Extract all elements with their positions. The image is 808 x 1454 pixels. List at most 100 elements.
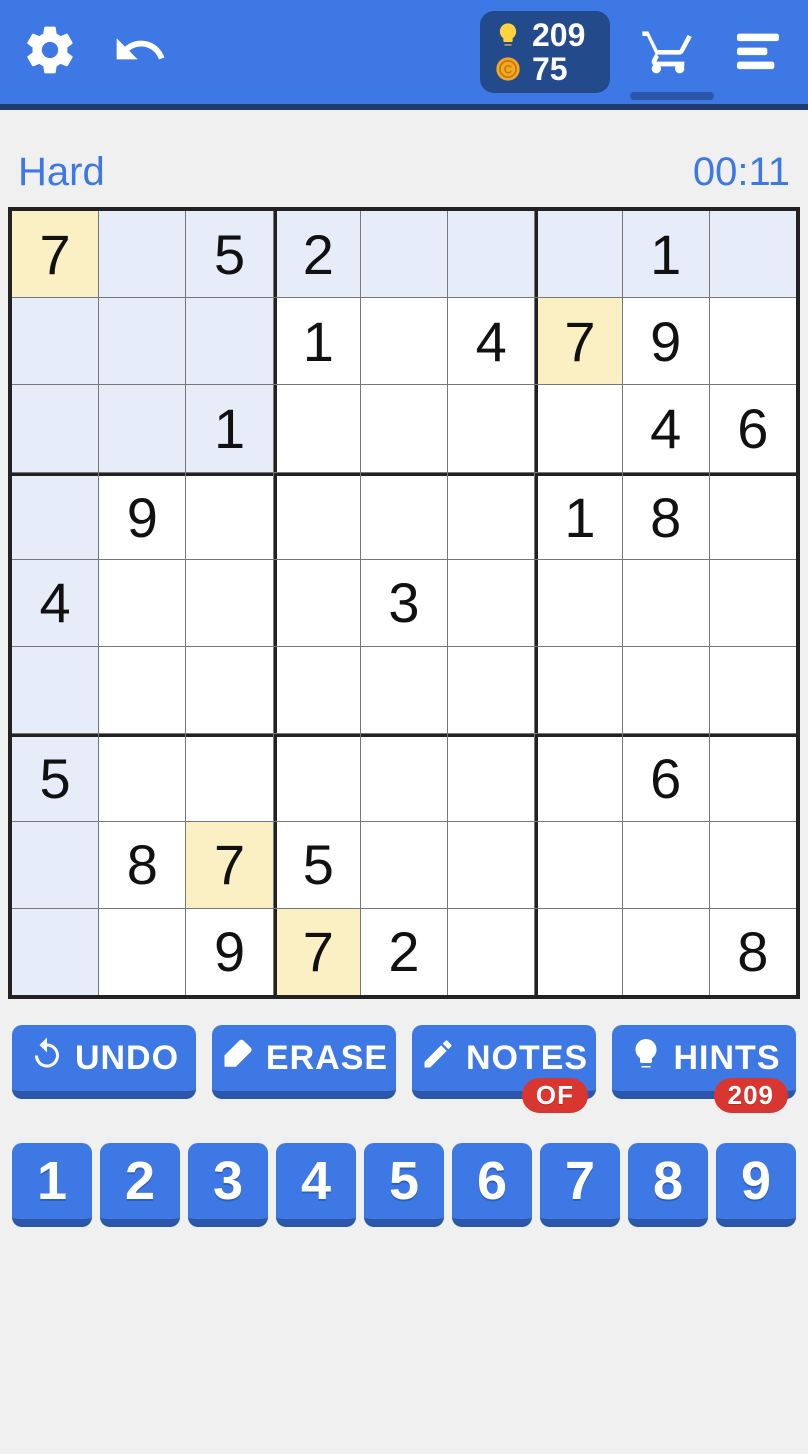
cell-r6-c3[interactable] [274, 734, 360, 820]
cell-r2-c4[interactable] [361, 385, 447, 471]
shop-button[interactable] [636, 20, 700, 84]
cell-r8-c0[interactable] [12, 909, 98, 995]
cell-r3-c4[interactable] [361, 473, 447, 559]
numpad-5[interactable]: 5 [364, 1143, 444, 1227]
hints-button[interactable]: HINTS 209 [612, 1025, 796, 1099]
cell-r0-c1[interactable] [99, 211, 185, 297]
cell-r6-c5[interactable] [448, 734, 534, 820]
cell-r5-c3[interactable] [274, 647, 360, 733]
cell-r7-c2[interactable]: 7 [186, 822, 272, 908]
cell-r1-c8[interactable] [710, 298, 796, 384]
cell-r4-c5[interactable] [448, 560, 534, 646]
coin-icon: C [494, 55, 522, 83]
cell-r5-c2[interactable] [186, 647, 272, 733]
cell-r6-c4[interactable] [361, 734, 447, 820]
cell-r8-c7[interactable] [623, 909, 709, 995]
cell-r5-c5[interactable] [448, 647, 534, 733]
cell-r2-c0[interactable] [12, 385, 98, 471]
cell-r2-c6[interactable] [535, 385, 621, 471]
cell-r5-c4[interactable] [361, 647, 447, 733]
cell-r5-c7[interactable] [623, 647, 709, 733]
cell-r4-c4[interactable]: 3 [361, 560, 447, 646]
cell-r7-c1[interactable]: 8 [99, 822, 185, 908]
cell-r5-c1[interactable] [99, 647, 185, 733]
cell-r8-c4[interactable]: 2 [361, 909, 447, 995]
cell-r6-c2[interactable] [186, 734, 272, 820]
cell-r4-c1[interactable] [99, 560, 185, 646]
cell-r0-c0[interactable]: 7 [12, 211, 98, 297]
cell-r1-c0[interactable] [12, 298, 98, 384]
notes-button[interactable]: NOTES OF [412, 1025, 596, 1099]
cell-r8-c3[interactable]: 7 [274, 909, 360, 995]
cell-r3-c0[interactable] [12, 473, 98, 559]
cell-r2-c8[interactable]: 6 [710, 385, 796, 471]
cell-r2-c2[interactable]: 1 [186, 385, 272, 471]
cell-r6-c6[interactable] [535, 734, 621, 820]
cell-r7-c5[interactable] [448, 822, 534, 908]
cell-r1-c7[interactable]: 9 [623, 298, 709, 384]
cell-r0-c7[interactable]: 1 [623, 211, 709, 297]
cell-r3-c3[interactable] [274, 473, 360, 559]
cell-r4-c7[interactable] [623, 560, 709, 646]
cell-r7-c0[interactable] [12, 822, 98, 908]
erase-button[interactable]: ERASE [212, 1025, 396, 1099]
cell-r8-c8[interactable]: 8 [710, 909, 796, 995]
cell-r3-c5[interactable] [448, 473, 534, 559]
cell-r7-c8[interactable] [710, 822, 796, 908]
numpad-1[interactable]: 1 [12, 1143, 92, 1227]
cell-r1-c1[interactable] [99, 298, 185, 384]
cell-r1-c3[interactable]: 1 [274, 298, 360, 384]
numpad-3[interactable]: 3 [188, 1143, 268, 1227]
cell-r1-c2[interactable] [186, 298, 272, 384]
cell-r5-c8[interactable] [710, 647, 796, 733]
cell-r0-c5[interactable] [448, 211, 534, 297]
numpad-7[interactable]: 7 [540, 1143, 620, 1227]
cell-r0-c3[interactable]: 2 [274, 211, 360, 297]
cell-r3-c7[interactable]: 8 [623, 473, 709, 559]
cell-r2-c1[interactable] [99, 385, 185, 471]
cell-r1-c6[interactable]: 7 [535, 298, 621, 384]
cell-r4-c8[interactable] [710, 560, 796, 646]
menu-button[interactable] [726, 20, 790, 84]
cell-r6-c7[interactable]: 6 [623, 734, 709, 820]
cell-r3-c8[interactable] [710, 473, 796, 559]
cell-r8-c6[interactable] [535, 909, 621, 995]
numpad-4[interactable]: 4 [276, 1143, 356, 1227]
cell-r4-c3[interactable] [274, 560, 360, 646]
currency-panel[interactable]: 209 C 75 [480, 11, 610, 93]
cell-r5-c0[interactable] [12, 647, 98, 733]
cell-r3-c1[interactable]: 9 [99, 473, 185, 559]
undo-button[interactable]: UNDO [12, 1025, 196, 1099]
cell-r1-c4[interactable] [361, 298, 447, 384]
cell-r2-c5[interactable] [448, 385, 534, 471]
cell-r7-c6[interactable] [535, 822, 621, 908]
cell-r7-c3[interactable]: 5 [274, 822, 360, 908]
settings-button[interactable] [18, 20, 82, 84]
cell-r4-c0[interactable]: 4 [12, 560, 98, 646]
cell-r3-c6[interactable]: 1 [535, 473, 621, 559]
cell-r8-c2[interactable]: 9 [186, 909, 272, 995]
back-button[interactable] [108, 20, 172, 84]
cell-r3-c2[interactable] [186, 473, 272, 559]
cell-r8-c1[interactable] [99, 909, 185, 995]
cell-r0-c4[interactable] [361, 211, 447, 297]
cell-r0-c2[interactable]: 5 [186, 211, 272, 297]
cell-r4-c2[interactable] [186, 560, 272, 646]
cell-r6-c8[interactable] [710, 734, 796, 820]
numpad-2[interactable]: 2 [100, 1143, 180, 1227]
cell-r2-c7[interactable]: 4 [623, 385, 709, 471]
cell-r6-c1[interactable] [99, 734, 185, 820]
cell-r8-c5[interactable] [448, 909, 534, 995]
numpad-8[interactable]: 8 [628, 1143, 708, 1227]
numpad-9[interactable]: 9 [716, 1143, 796, 1227]
cell-r7-c7[interactable] [623, 822, 709, 908]
cell-r6-c0[interactable]: 5 [12, 734, 98, 820]
cell-r7-c4[interactable] [361, 822, 447, 908]
cell-r1-c5[interactable]: 4 [448, 298, 534, 384]
numpad-6[interactable]: 6 [452, 1143, 532, 1227]
cell-r4-c6[interactable] [535, 560, 621, 646]
cell-r0-c8[interactable] [710, 211, 796, 297]
cell-r0-c6[interactable] [535, 211, 621, 297]
cell-r5-c6[interactable] [535, 647, 621, 733]
cell-r2-c3[interactable] [274, 385, 360, 471]
